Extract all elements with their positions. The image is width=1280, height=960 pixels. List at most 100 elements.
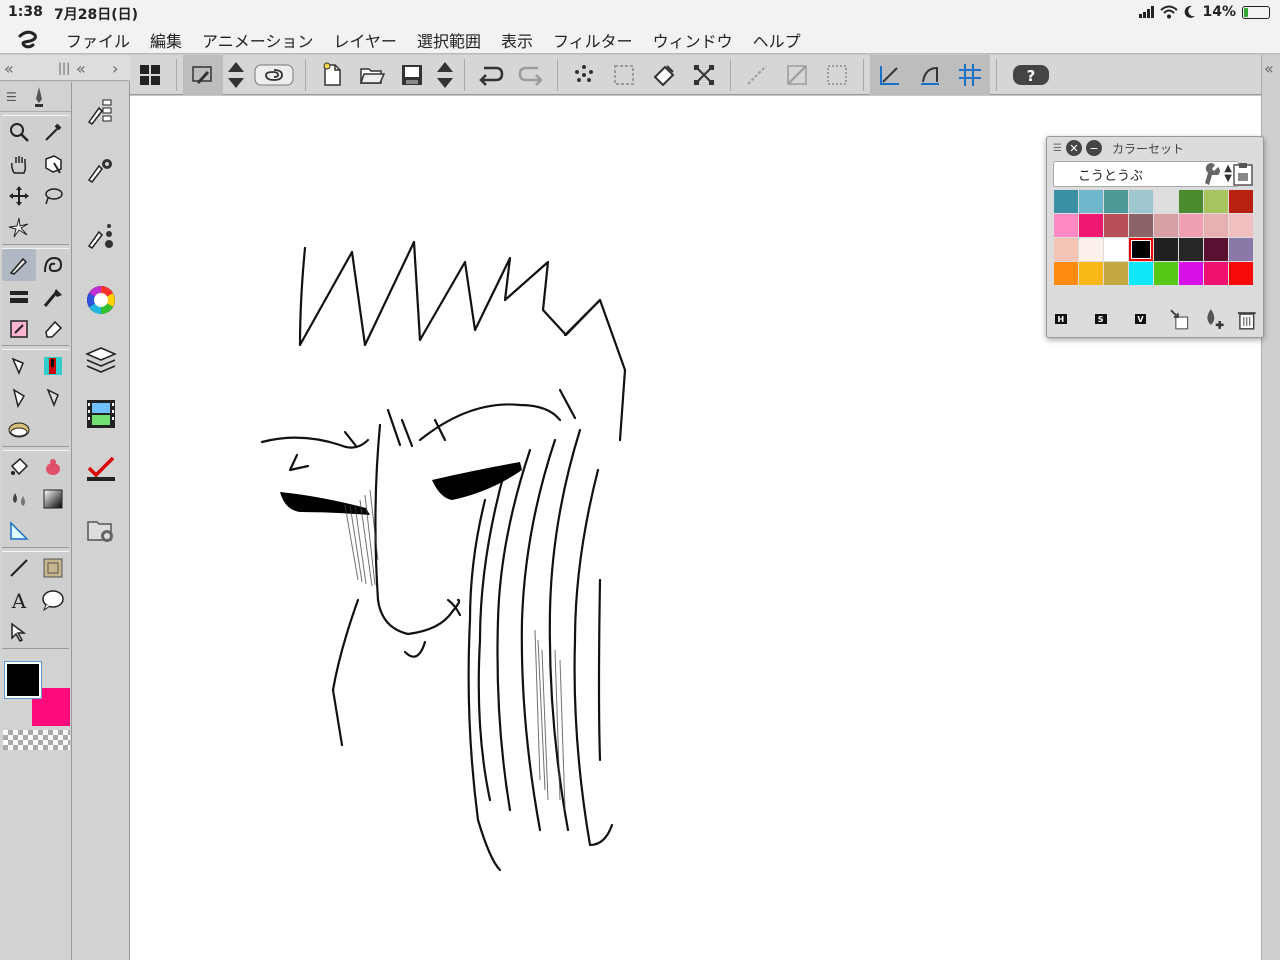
menu-filter[interactable]: フィルター	[543, 28, 643, 52]
layer-property-button[interactable]	[81, 448, 121, 488]
frame-border-tool[interactable]	[36, 552, 70, 584]
transform-button[interactable]	[684, 55, 724, 95]
color-swatch[interactable]	[1104, 214, 1128, 237]
color-swatch[interactable]	[1129, 214, 1153, 237]
gradient-fill-tool[interactable]	[36, 483, 70, 515]
color-swatch[interactable]	[1154, 262, 1178, 285]
watercolor-tool[interactable]	[2, 414, 36, 446]
hue-toggle-button[interactable]: H	[1055, 314, 1067, 324]
value-toggle-button[interactable]: V	[1134, 314, 1147, 324]
balloon-tool[interactable]	[36, 584, 70, 616]
collapse-right-icon[interactable]: «	[1264, 59, 1274, 78]
color-swatch[interactable]	[1079, 214, 1103, 237]
layer-palette-button[interactable]	[81, 340, 121, 380]
brush-size-button[interactable]	[81, 216, 121, 256]
object-tool[interactable]	[2, 616, 36, 648]
trash-icon[interactable]	[1235, 307, 1259, 331]
fill-button[interactable]	[644, 55, 684, 95]
color-swatch[interactable]	[1054, 262, 1078, 285]
color-swatch[interactable]	[1229, 190, 1253, 213]
menu-animation[interactable]: アニメーション	[192, 28, 323, 52]
color-swatch[interactable]	[1179, 214, 1203, 237]
color-swatch[interactable]	[1154, 190, 1178, 213]
color-swatch[interactable]	[1204, 238, 1228, 261]
app-logo-icon[interactable]	[0, 29, 56, 51]
clear-selection-button[interactable]	[564, 55, 604, 95]
replace-color-icon[interactable]	[1168, 307, 1192, 331]
help-button[interactable]: ?	[1003, 55, 1059, 95]
clip-studio-button[interactable]	[249, 55, 299, 95]
snap-to-grid-button[interactable]	[950, 54, 990, 95]
bucket-tool[interactable]	[2, 451, 36, 483]
color-swatch[interactable]	[1154, 214, 1178, 237]
decoration-tool[interactable]	[36, 249, 70, 281]
blend-tool[interactable]	[36, 451, 70, 483]
color-swatch[interactable]	[1179, 262, 1203, 285]
gradient-tool[interactable]	[2, 483, 36, 515]
color-swatch[interactable]	[1079, 190, 1103, 213]
operation-tool[interactable]	[36, 148, 70, 180]
color-swatch[interactable]	[1204, 262, 1228, 285]
minimize-icon[interactable]: −	[1085, 140, 1102, 156]
quick-access-button[interactable]	[183, 54, 223, 95]
line-tool[interactable]	[2, 552, 36, 584]
pen-tab-icon[interactable]	[31, 85, 47, 109]
animation-timeline-button[interactable]	[81, 394, 121, 434]
new-file-button[interactable]	[312, 55, 352, 95]
add-color-icon[interactable]	[1202, 307, 1226, 331]
undo-button[interactable]	[471, 55, 511, 95]
color-swatch[interactable]	[1054, 238, 1078, 261]
panel-menu-icon[interactable]: ☰	[6, 90, 17, 104]
redo-button[interactable]	[511, 55, 551, 95]
auto-select-tool[interactable]	[2, 212, 36, 244]
open-file-button[interactable]	[352, 55, 392, 95]
menu-view[interactable]: 表示	[491, 28, 543, 52]
command-bar-grid-button[interactable]	[130, 55, 170, 95]
color-swatch[interactable]	[1079, 262, 1103, 285]
save-button[interactable]	[392, 55, 432, 95]
color-swatch[interactable]	[1129, 190, 1153, 213]
ink-tool[interactable]	[36, 350, 70, 382]
transparent-color-swatch[interactable]	[3, 730, 70, 750]
zoom-tool[interactable]	[2, 116, 36, 148]
color-swatch[interactable]	[1079, 238, 1103, 261]
perspective-button[interactable]	[777, 55, 817, 95]
color-swatch[interactable]	[1154, 238, 1178, 261]
marker-tool[interactable]	[2, 350, 36, 382]
menu-window[interactable]: ウィンドウ	[643, 28, 743, 52]
hand-tool[interactable]	[2, 148, 36, 180]
main-color-swatch[interactable]	[4, 661, 42, 699]
palette-menu-icon[interactable]: ☰	[1053, 143, 1062, 154]
ruler-button[interactable]	[737, 55, 777, 95]
pen-tool[interactable]	[2, 249, 36, 281]
collapse-left-icon[interactable]: «	[4, 59, 14, 78]
crayon-tool[interactable]	[36, 382, 70, 414]
snap-to-special-ruler-button[interactable]	[910, 54, 950, 95]
figure-tool[interactable]	[2, 515, 36, 547]
expand-right-icon[interactable]: ›	[112, 59, 118, 78]
color-swatch[interactable]	[1179, 238, 1203, 261]
brush-tool[interactable]	[36, 281, 70, 313]
color-swatch[interactable]	[1054, 214, 1078, 237]
move-layer-tool[interactable]	[2, 180, 36, 212]
color-swatch[interactable]	[1104, 238, 1128, 261]
menu-selection[interactable]: 選択範囲	[407, 28, 491, 52]
color-swatch[interactable]	[1054, 190, 1078, 213]
tool-property-button[interactable]	[81, 92, 121, 132]
select-all-button[interactable]	[604, 55, 644, 95]
color-swatch[interactable]	[1229, 238, 1253, 261]
color-swatch[interactable]	[1229, 214, 1253, 237]
color-swatch[interactable]	[1204, 190, 1228, 213]
wrench-icon[interactable]	[1199, 161, 1223, 187]
snap-to-ruler-button[interactable]	[870, 54, 910, 95]
saturation-toggle-button[interactable]: S	[1094, 314, 1107, 324]
eraser-tool[interactable]	[2, 313, 36, 345]
eyedropper-tool[interactable]	[36, 116, 70, 148]
color-swatch[interactable]	[1104, 262, 1128, 285]
sub-tool-detail-button[interactable]	[81, 150, 121, 190]
clipboard-icon[interactable]	[1231, 161, 1255, 187]
fill-tool[interactable]	[2, 281, 36, 313]
frame-button[interactable]	[817, 55, 857, 95]
color-swatch[interactable]	[1179, 190, 1203, 213]
soft-eraser-tool[interactable]	[36, 313, 70, 345]
